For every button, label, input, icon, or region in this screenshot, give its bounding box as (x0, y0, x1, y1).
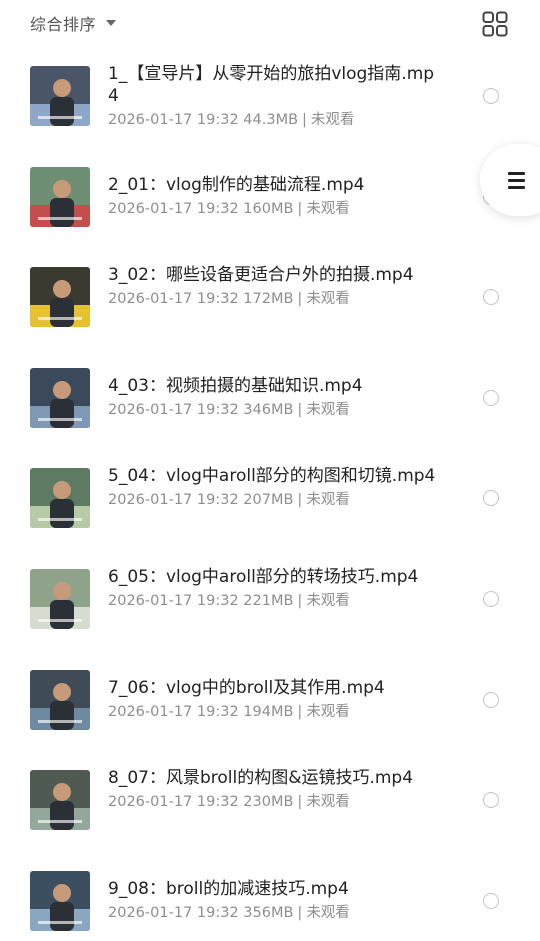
watch-status: 未观看 (306, 904, 350, 921)
video-date: 2026-01-17 19:32 (108, 703, 239, 720)
sort-dropdown[interactable]: 综合排序 (30, 10, 117, 36)
video-date: 2026-01-17 19:32 (108, 200, 239, 217)
app-screen: 综合排序 1_【宣导片】从零开始的旅拍vlog指南.mp4 2026-01-17… (0, 0, 540, 941)
video-thumbnail[interactable] (30, 166, 90, 227)
item-text: 9_08：broll的加减速技巧.mp4 2026-01-17 19:32 35… (108, 878, 438, 923)
select-radio[interactable] (483, 691, 499, 708)
list-header: 综合排序 (0, 0, 540, 46)
video-date: 2026-01-17 19:32 (108, 492, 239, 509)
meta-separator: | (297, 703, 303, 720)
meta-separator: | (297, 794, 303, 811)
video-date: 2026-01-17 19:32 (108, 112, 239, 128)
watch-status: 未观看 (306, 291, 350, 308)
item-text: 8_07：风景broll的构图&运镜技巧.mp4 2026-01-17 19:3… (108, 767, 438, 812)
caret-down-icon (106, 20, 117, 26)
sort-label: 综合排序 (30, 15, 97, 34)
list-item[interactable]: 9_08：broll的加减速技巧.mp4 2026-01-17 19:32 35… (0, 851, 540, 941)
video-date: 2026-01-17 19:32 (108, 291, 239, 308)
meta-separator: | (297, 904, 303, 921)
video-thumbnail[interactable] (30, 468, 90, 529)
watch-status: 未观看 (306, 794, 350, 811)
video-meta: 2026-01-17 19:32 346MB | 未观看 (108, 400, 438, 420)
meta-separator: | (297, 291, 303, 308)
watch-status: 未观看 (306, 703, 350, 720)
select-radio[interactable] (483, 490, 499, 507)
list-item[interactable]: 6_05：vlog中aroll部分的转场技巧.mp4 2026-01-17 19… (0, 549, 540, 650)
video-thumbnail[interactable] (30, 367, 90, 428)
meta-separator: | (297, 401, 303, 418)
watch-status: 未观看 (306, 200, 350, 217)
select-radio[interactable] (483, 590, 499, 607)
video-thumbnail[interactable] (30, 267, 90, 328)
item-text: 1_【宣导片】从零开始的旅拍vlog指南.mp4 2026-01-17 19:3… (108, 63, 438, 130)
meta-separator: | (302, 112, 307, 128)
item-text: 7_06：vlog中的broll及其作用.mp4 2026-01-17 19:3… (108, 677, 438, 722)
video-size: 356MB (243, 904, 294, 921)
item-text: 5_04：vlog中aroll部分的构图和切镜.mp4 2026-01-17 1… (108, 465, 438, 510)
watch-status: 未观看 (306, 401, 350, 418)
video-size: 221MB (243, 592, 294, 609)
meta-separator: | (297, 592, 303, 609)
video-date: 2026-01-17 19:32 (108, 592, 239, 609)
video-meta: 2026-01-17 19:32 221MB | 未观看 (108, 591, 438, 611)
menu-icon (508, 172, 525, 189)
video-date: 2026-01-17 19:32 (108, 794, 239, 811)
video-meta: 2026-01-17 19:32 172MB | 未观看 (108, 289, 438, 309)
video-date: 2026-01-17 19:32 (108, 401, 239, 418)
item-text: 3_02：哪些设备更适合户外的拍摄.mp4 2026-01-17 19:32 1… (108, 264, 438, 309)
meta-separator: | (297, 492, 303, 509)
watch-status: 未观看 (306, 592, 350, 609)
video-title: 6_05：vlog中aroll部分的转场技巧.mp4 (108, 566, 419, 587)
list-item[interactable]: 8_07：风景broll的构图&运镜技巧.mp4 2026-01-17 19:3… (0, 750, 540, 851)
select-radio[interactable] (483, 88, 499, 104)
video-thumbnail[interactable] (30, 870, 90, 931)
watch-status: 未观看 (310, 112, 355, 128)
video-meta: 2026-01-17 19:32 194MB | 未观看 (108, 702, 438, 722)
video-meta: 2026-01-17 19:32 160MB | 未观看 (108, 199, 438, 219)
video-size: 230MB (243, 794, 294, 811)
item-text: 2_01：vlog制作的基础流程.mp4 2026-01-17 19:32 16… (108, 174, 438, 219)
video-meta: 2026-01-17 19:32 230MB | 未观看 (108, 792, 438, 812)
video-title: 3_02：哪些设备更适合户外的拍摄.mp4 (108, 265, 414, 286)
list-item[interactable]: 5_04：vlog中aroll部分的构图和切镜.mp4 2026-01-17 1… (0, 448, 540, 549)
video-thumbnail[interactable] (30, 66, 90, 126)
video-size: 172MB (243, 291, 294, 308)
select-radio[interactable] (483, 792, 499, 809)
select-radio[interactable] (483, 289, 499, 306)
video-size: 160MB (243, 200, 294, 217)
video-title: 7_06：vlog中的broll及其作用.mp4 (108, 677, 385, 698)
grid-view-icon[interactable] (482, 11, 508, 37)
video-thumbnail[interactable] (30, 770, 90, 831)
item-text: 4_03：视频拍摄的基础知识.mp4 2026-01-17 19:32 346M… (108, 375, 438, 420)
watch-status: 未观看 (306, 492, 350, 509)
video-size: 194MB (243, 703, 294, 720)
video-title: 9_08：broll的加减速技巧.mp4 (108, 878, 349, 899)
select-radio[interactable] (483, 389, 499, 406)
video-meta: 2026-01-17 19:32 207MB | 未观看 (108, 490, 438, 510)
item-text: 6_05：vlog中aroll部分的转场技巧.mp4 2026-01-17 19… (108, 566, 438, 611)
video-title: 4_03：视频拍摄的基础知识.mp4 (108, 375, 363, 396)
video-title: 5_04：vlog中aroll部分的构图和切镜.mp4 (108, 466, 436, 487)
video-list: 1_【宣导片】从零开始的旅拍vlog指南.mp4 2026-01-17 19:3… (0, 46, 540, 941)
video-title: 1_【宣导片】从零开始的旅拍vlog指南.mp4 (108, 64, 435, 106)
select-radio[interactable] (483, 892, 499, 909)
video-title: 2_01：vlog制作的基础流程.mp4 (108, 174, 365, 195)
video-date: 2026-01-17 19:32 (108, 904, 239, 921)
meta-separator: | (297, 200, 303, 217)
video-thumbnail[interactable] (30, 669, 90, 730)
video-thumbnail[interactable] (30, 568, 90, 629)
list-item[interactable]: 2_01：vlog制作的基础流程.mp4 2026-01-17 19:32 16… (0, 147, 540, 248)
list-item[interactable]: 3_02：哪些设备更适合户外的拍摄.mp4 2026-01-17 19:32 1… (0, 247, 540, 348)
video-title: 8_07：风景broll的构图&运镜技巧.mp4 (108, 768, 414, 789)
video-meta: 2026-01-17 19:32 44.3MB | 未观看 (108, 110, 438, 130)
video-size: 207MB (243, 492, 294, 509)
video-size: 346MB (243, 401, 294, 418)
list-item[interactable]: 4_03：视频拍摄的基础知识.mp4 2026-01-17 19:32 346M… (0, 348, 540, 449)
list-item[interactable]: 7_06：vlog中的broll及其作用.mp4 2026-01-17 19:3… (0, 650, 540, 751)
video-size: 44.3MB (243, 112, 299, 128)
video-meta: 2026-01-17 19:32 356MB | 未观看 (108, 903, 438, 923)
list-item[interactable]: 1_【宣导片】从零开始的旅拍vlog指南.mp4 2026-01-17 19:3… (0, 46, 540, 147)
